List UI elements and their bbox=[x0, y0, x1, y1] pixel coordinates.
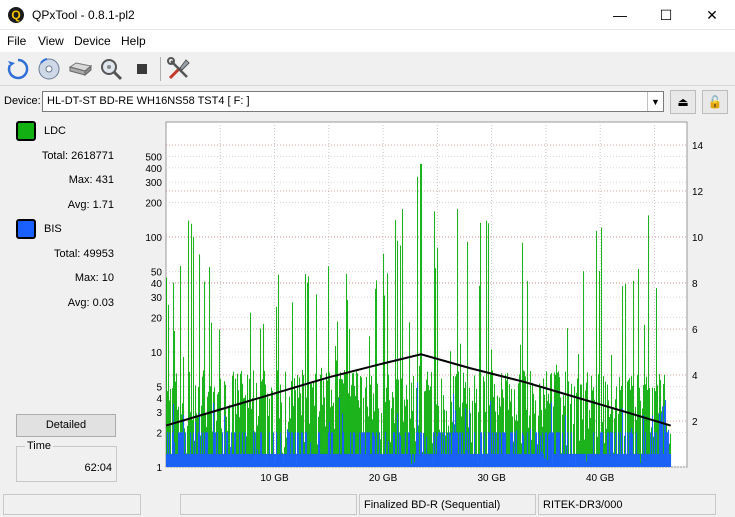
bis-color-swatch[interactable] bbox=[16, 219, 36, 239]
ldc-color-swatch[interactable] bbox=[16, 121, 36, 141]
status-disc-type: Finalized BD-R (Sequential) bbox=[359, 494, 536, 515]
disc-icon[interactable] bbox=[35, 55, 63, 83]
stop-icon[interactable] bbox=[128, 55, 156, 83]
menu-view[interactable]: View bbox=[38, 34, 64, 48]
toolbar bbox=[0, 52, 735, 86]
status-bar: Finalized BD-R (Sequential) RITEK-DR3/00… bbox=[0, 492, 735, 517]
title-bar: Q QPxTool - 0.8.1-pl2 — ☐ ✕ bbox=[0, 0, 735, 30]
ldc-max: Max: 431 bbox=[69, 174, 114, 186]
bis-legend-label: BIS bbox=[44, 223, 62, 235]
ldc-max-value: 431 bbox=[95, 174, 114, 186]
y-right-tick-label: 6 bbox=[692, 325, 698, 336]
y-right-tick-label: 14 bbox=[692, 141, 704, 152]
chart-svg: 10 GB 20 GB 30 GB 40 GB12345102030405010020… bbox=[145, 121, 704, 484]
y-left-tick-label: 3 bbox=[156, 408, 162, 419]
y-right-tick-label: 2 bbox=[692, 417, 698, 428]
refresh-icon[interactable] bbox=[4, 55, 32, 83]
ldc-legend-label: LDC bbox=[44, 125, 67, 137]
minimize-button[interactable]: — bbox=[597, 0, 643, 30]
y-right-tick-label: 10 bbox=[692, 233, 704, 244]
y-left-tick-label: 4 bbox=[156, 394, 162, 405]
y-right-tick-label: 12 bbox=[692, 187, 704, 198]
eject-icon[interactable]: ⏏ bbox=[670, 90, 696, 114]
y-left-tick-label: 2 bbox=[156, 428, 162, 439]
status-cell-1 bbox=[3, 494, 141, 515]
y-left-tick-label: 500 bbox=[145, 153, 162, 164]
drive-icon[interactable] bbox=[66, 55, 94, 83]
ldc-total: Total: 2618771 bbox=[42, 150, 114, 162]
bis-total: Total: 49953 bbox=[54, 248, 114, 260]
menu-help[interactable]: Help bbox=[121, 34, 146, 48]
status-cell-2 bbox=[180, 494, 357, 515]
menu-device[interactable]: Device bbox=[74, 34, 111, 48]
window-title: QPxTool - 0.8.1-pl2 bbox=[32, 8, 135, 22]
app-icon: Q bbox=[8, 7, 24, 23]
bis-avg-label: Avg: bbox=[67, 297, 90, 309]
bis-max: Max: 10 bbox=[75, 272, 114, 284]
y-left-tick-label: 400 bbox=[145, 164, 162, 175]
y-left-tick-label: 200 bbox=[145, 198, 162, 209]
y-right-tick-label: 8 bbox=[692, 279, 698, 290]
y-left-tick-label: 1 bbox=[156, 463, 162, 474]
y-left-tick-label: 50 bbox=[151, 268, 163, 279]
ldc-avg: Avg: 1.71 bbox=[68, 199, 114, 211]
menu-bar: File View Device Help bbox=[0, 30, 735, 52]
ldc-avg-label: Avg: bbox=[67, 199, 90, 211]
bis-avg: Avg: 0.03 bbox=[68, 297, 114, 309]
bis-total-label: Total: bbox=[54, 248, 81, 260]
scan-icon[interactable] bbox=[97, 55, 125, 83]
device-select[interactable]: HL-DT-ST BD-RE WH16NS58 TST4 [ F: ] ▼ bbox=[42, 91, 664, 112]
bis-total-value: 49953 bbox=[83, 248, 114, 260]
bis-avg-value: 0.03 bbox=[92, 297, 114, 309]
x-tick-label: 40 GB bbox=[586, 473, 615, 484]
ldc-max-label: Max: bbox=[68, 174, 93, 186]
device-selected-value: HL-DT-ST BD-RE WH16NS58 TST4 [ F: ] bbox=[47, 95, 250, 107]
time-value: 62:04 bbox=[84, 462, 112, 474]
ldc-total-value: 2618771 bbox=[71, 150, 114, 162]
bis-max-label: Max: bbox=[74, 272, 99, 284]
x-tick-label: 10 GB bbox=[260, 473, 289, 484]
toolbar-separator bbox=[160, 57, 161, 81]
y-left-tick-label: 30 bbox=[151, 293, 163, 304]
legend-panel: LDC Total: 2618771 Max: 431 Avg: 1.71 BI… bbox=[4, 119, 120, 486]
ldc-total-label: Total: bbox=[41, 150, 69, 162]
device-bar: Device: HL-DT-ST BD-RE WH16NS58 TST4 [ F… bbox=[0, 87, 735, 115]
menu-file[interactable]: File bbox=[7, 34, 26, 48]
y-left-tick-label: 40 bbox=[151, 279, 163, 290]
close-button[interactable]: ✕ bbox=[689, 0, 735, 30]
y-left-tick-label: 10 bbox=[151, 348, 163, 359]
chevron-down-icon[interactable]: ▼ bbox=[647, 92, 663, 111]
status-media-id: RITEK-DR3/000 bbox=[538, 494, 716, 515]
y-left-tick-label: 300 bbox=[145, 178, 162, 189]
y-left-tick-label: 100 bbox=[145, 233, 162, 244]
ldc-avg-value: 1.71 bbox=[92, 199, 114, 211]
device-label: Device: bbox=[4, 95, 41, 107]
y-left-tick-label: 20 bbox=[151, 313, 163, 324]
settings-icon[interactable] bbox=[165, 55, 193, 83]
time-label: Time bbox=[25, 440, 54, 452]
x-tick-label: 20 GB bbox=[369, 473, 398, 484]
bis-max-value: 10 bbox=[101, 272, 114, 284]
time-box: Time 62:04 bbox=[16, 440, 117, 482]
y-right-tick-label: 4 bbox=[692, 371, 698, 382]
scan-chart: 10 GB 20 GB 30 GB 40 GB 1 2 3 4 5 10 20 30 40 50 100 20… bbox=[124, 119, 735, 491]
detailed-button[interactable]: Detailed bbox=[16, 414, 116, 437]
x-tick-label: 30 GB bbox=[477, 473, 506, 484]
y-left-tick-label: 5 bbox=[156, 383, 162, 394]
maximize-button[interactable]: ☐ bbox=[643, 0, 689, 30]
lock-icon[interactable]: 🔓 bbox=[702, 90, 728, 114]
